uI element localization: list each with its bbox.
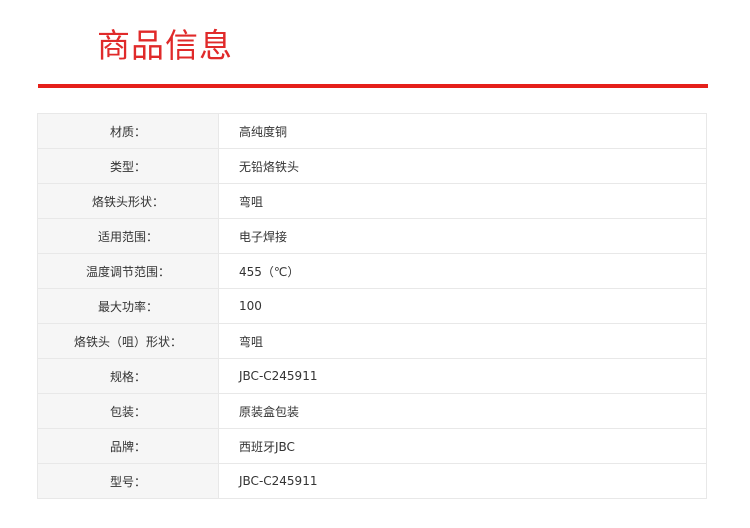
spec-value: 高纯度铜 <box>218 113 707 149</box>
spec-value: JBC-C245911 <box>218 463 707 499</box>
spec-value: JBC-C245911 <box>218 358 707 394</box>
spec-value: 西班牙JBC <box>218 428 707 464</box>
table-row: 规格： JBC-C245911 <box>37 358 707 394</box>
spec-value: 100 <box>218 288 707 324</box>
table-row: 适用范围： 电子焊接 <box>37 218 707 254</box>
spec-value: 455（℃） <box>218 253 707 289</box>
spec-label: 适用范围： <box>37 218 219 254</box>
spec-value: 原装盒包装 <box>218 393 707 429</box>
table-row: 材质： 高纯度铜 <box>37 113 707 149</box>
spec-label: 温度调节范围： <box>37 253 219 289</box>
table-row: 型号： JBC-C245911 <box>37 463 707 499</box>
spec-value: 电子焊接 <box>218 218 707 254</box>
table-row: 烙铁头（咀）形状： 弯咀 <box>37 323 707 359</box>
spec-table: 材质： 高纯度铜 类型： 无铅烙铁头 烙铁头形状： 弯咀 适用范围： 电子焊接 … <box>37 113 707 499</box>
table-row: 包装： 原装盒包装 <box>37 393 707 429</box>
table-row: 最大功率： 100 <box>37 288 707 324</box>
spec-value: 无铅烙铁头 <box>218 148 707 184</box>
spec-label: 包装： <box>37 393 219 429</box>
spec-label: 最大功率： <box>37 288 219 324</box>
spec-label: 烙铁头形状： <box>37 183 219 219</box>
spec-label: 烙铁头（咀）形状： <box>37 323 219 359</box>
table-row: 品牌： 西班牙JBC <box>37 428 707 464</box>
spec-label: 材质： <box>37 113 219 149</box>
title-divider <box>38 84 708 88</box>
table-row: 温度调节范围： 455（℃） <box>37 253 707 289</box>
spec-value: 弯咀 <box>218 183 707 219</box>
section-title: 商品信息 <box>97 26 233 65</box>
spec-label: 型号： <box>37 463 219 499</box>
spec-label: 类型： <box>37 148 219 184</box>
spec-value: 弯咀 <box>218 323 707 359</box>
table-row: 类型： 无铅烙铁头 <box>37 148 707 184</box>
spec-label: 品牌： <box>37 428 219 464</box>
table-row: 烙铁头形状： 弯咀 <box>37 183 707 219</box>
spec-label: 规格： <box>37 358 219 394</box>
